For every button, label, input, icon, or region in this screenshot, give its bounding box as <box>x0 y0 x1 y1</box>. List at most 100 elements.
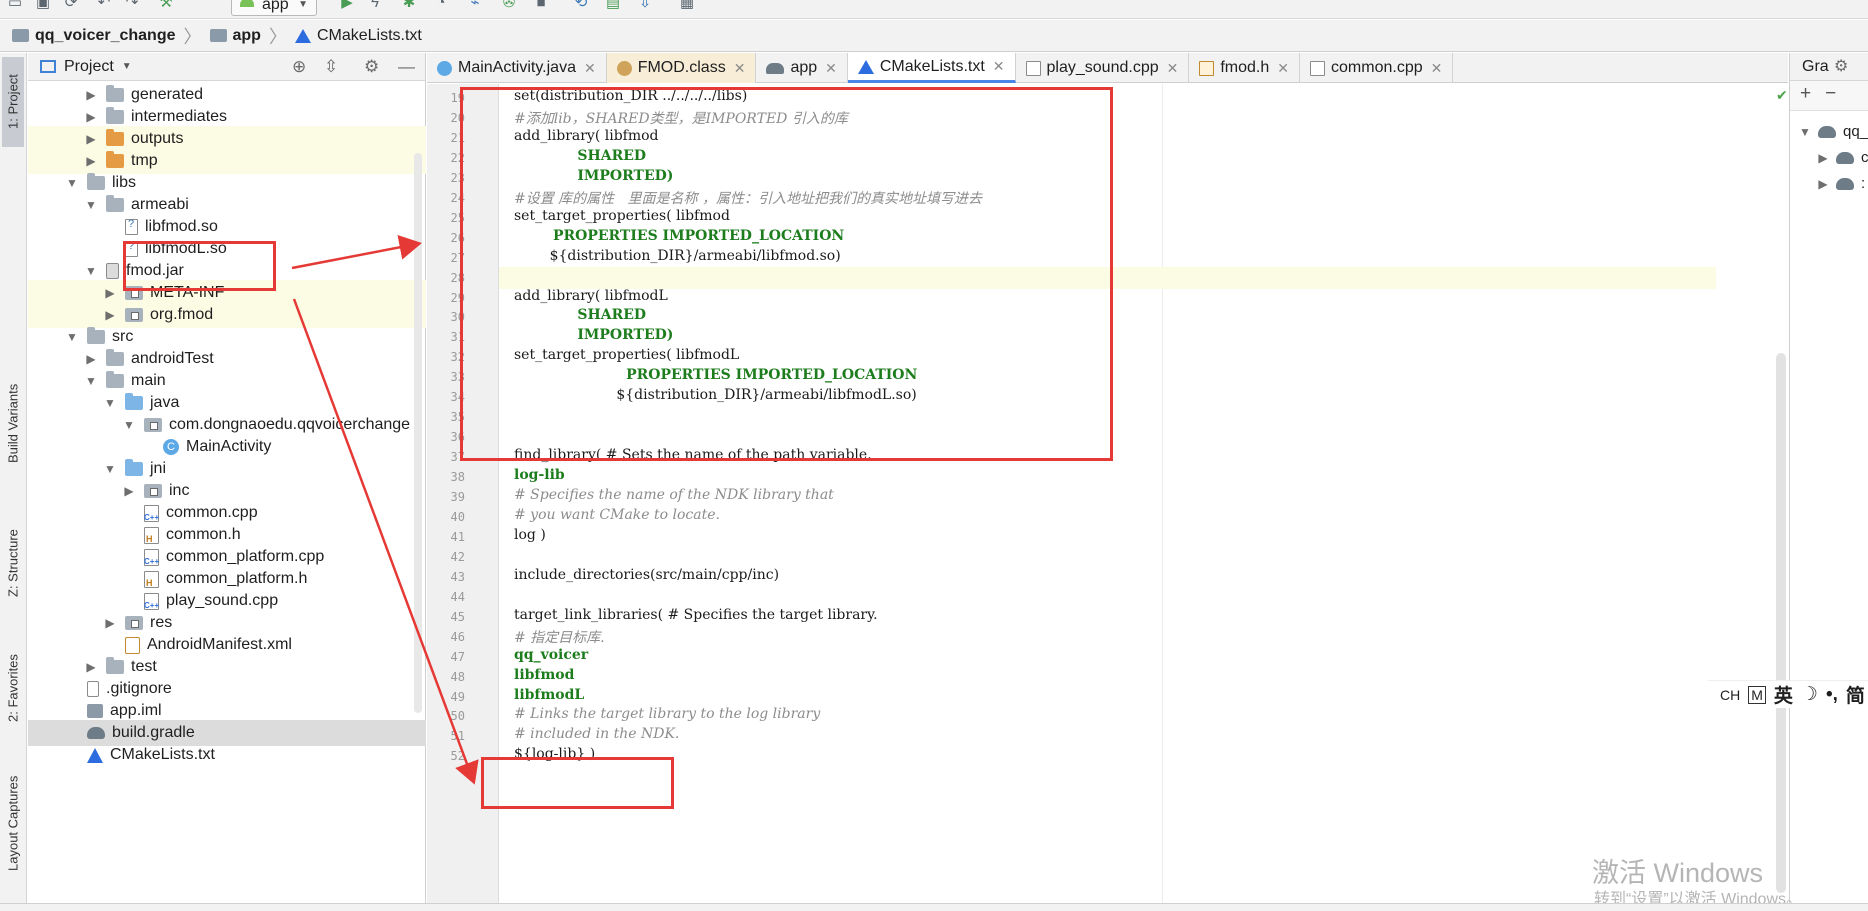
chevron-right-icon[interactable]: ▶ <box>84 110 98 124</box>
gradle-child[interactable]: ▶ : <box>1816 175 1865 192</box>
attach-debugger-icon[interactable]: ✇ <box>500 0 518 12</box>
run-icon[interactable]: ▶ <box>338 0 356 12</box>
chevron-down-icon[interactable]: ▼ <box>122 61 132 72</box>
tree-item-label: build.gradle <box>112 724 195 741</box>
tree-scrollbar[interactable] <box>414 153 422 713</box>
editor-tab[interactable]: common.cpp ✕ <box>1300 53 1454 83</box>
gradle-icon <box>1836 151 1854 164</box>
undo-icon[interactable]: ↶ <box>95 0 113 12</box>
annotation-box-import-libs <box>460 87 1113 461</box>
hide-icon[interactable]: — <box>398 57 415 77</box>
cpp-file-icon <box>1310 60 1326 76</box>
apply-changes-icon[interactable]: ϟ <box>366 0 384 12</box>
chevron-down-icon[interactable]: ▼ <box>122 418 136 432</box>
tab-structure[interactable]: Z: Structure <box>2 508 24 618</box>
chevron-right-icon[interactable]: ▶ <box>122 484 136 498</box>
chevron-down-icon[interactable]: ▼ <box>65 330 79 344</box>
chevron-right-icon[interactable]: ▶ <box>84 132 98 146</box>
close-icon[interactable]: ✕ <box>734 60 746 77</box>
close-icon[interactable]: ✕ <box>1167 60 1179 77</box>
close-icon[interactable]: ✕ <box>993 58 1005 75</box>
moon-icon[interactable]: ☽ <box>1801 683 1818 706</box>
add-icon[interactable]: + <box>1800 83 1825 104</box>
hammer-icon[interactable]: ⚒ <box>157 0 175 12</box>
tab-favorites-label: 2: Favorites <box>5 654 21 722</box>
close-icon[interactable]: ✕ <box>1277 60 1289 77</box>
editor-tab[interactable]: app ✕ <box>756 53 848 83</box>
chevron-right-icon[interactable]: ▶ <box>103 308 117 322</box>
close-icon[interactable]: ✕ <box>1431 60 1443 77</box>
editor-tab[interactable]: MainActivity.java ✕ <box>427 53 607 83</box>
editor-tab[interactable]: fmod.h ✕ <box>1189 53 1301 83</box>
chevron-down-icon[interactable]: ▼ <box>103 396 117 410</box>
chevron-down-icon[interactable]: ▼ <box>84 374 98 388</box>
chevron-right-icon[interactable]: ▶ <box>103 616 117 630</box>
punctuation-icon[interactable]: •, <box>1826 684 1838 706</box>
breadcrumb-file[interactable]: CMakeLists.txt <box>294 26 422 45</box>
line-number: 43 <box>450 569 465 584</box>
project-panel-header: Project ▼ ⊕ ⇳ ⚙ — <box>28 53 425 81</box>
project-panel-title[interactable]: Project <box>64 58 114 76</box>
save-icon[interactable]: ▣ <box>34 0 52 12</box>
stop-icon[interactable]: ■ <box>532 0 550 12</box>
breadcrumb-file-label: CMakeLists.txt <box>316 26 422 44</box>
ime-language[interactable]: 英 <box>1774 681 1793 708</box>
avd-manager-icon[interactable]: ▤ <box>604 0 622 12</box>
sync-icon[interactable]: ⟳ <box>62 0 80 12</box>
run-config-select[interactable]: app ▼ <box>231 0 317 16</box>
chevron-down-icon[interactable]: ▼ <box>84 198 98 212</box>
breadcrumb-project[interactable]: qq_voicer_change 〉 <box>12 23 202 49</box>
editor-tab[interactable]: FMOD.class ✕ <box>606 53 757 83</box>
open-folder-icon[interactable]: ▭ <box>6 0 24 12</box>
chevron-right-icon[interactable]: ▶ <box>84 88 98 102</box>
editor-tab[interactable]: play_sound.cpp ✕ <box>1016 53 1190 83</box>
close-icon[interactable]: ✕ <box>584 60 596 77</box>
chevron-down-icon[interactable]: ▼ <box>84 264 98 278</box>
editor-scrollbar[interactable] <box>1776 353 1786 893</box>
ime-ch[interactable]: CH <box>1720 687 1740 703</box>
tab-layout-captures[interactable]: Layout Captures <box>2 758 24 888</box>
cmake-icon <box>87 747 103 763</box>
tab-project[interactable]: 1: Project <box>2 57 24 147</box>
xml-file-icon <box>125 636 140 654</box>
left-tool-stripe: 1: Project Build Variants Z: Structure 2… <box>0 53 27 911</box>
close-icon[interactable]: ✕ <box>825 60 837 77</box>
chevron-right-icon[interactable]: ▶ <box>84 352 98 366</box>
chevron-right-icon[interactable]: ▶ <box>84 154 98 168</box>
gradle-panel-title: Gra <box>1802 58 1829 75</box>
sync-gradle-icon[interactable]: ⟲ <box>572 0 590 12</box>
locate-icon[interactable]: ⊕ <box>292 57 306 77</box>
ime-mode[interactable]: 简 <box>1846 681 1865 708</box>
debug-icon[interactable]: ✱ <box>400 0 418 12</box>
gear-icon[interactable]: ⚙ <box>1834 56 1848 76</box>
editor-tab[interactable]: CMakeLists.txt ✕ <box>847 53 1016 83</box>
line-number: 46 <box>450 629 465 644</box>
chevron-down-icon[interactable]: ▼ <box>65 176 79 190</box>
ime-m[interactable]: M <box>1748 685 1766 704</box>
package-icon <box>125 616 143 630</box>
sdk-manager-icon[interactable]: ⇩ <box>636 0 654 12</box>
profile-icon[interactable]: ◔ <box>432 0 450 12</box>
tab-build-variants[interactable]: Build Variants <box>2 368 24 478</box>
tree-item[interactable]: CMakeLists.txt <box>28 742 426 768</box>
redo-icon[interactable]: ↷ <box>123 0 141 12</box>
gear-icon[interactable]: ⚙ <box>364 57 379 77</box>
project-panel: Project ▼ ⊕ ⇳ ⚙ — ▶ generated ▶ intermediat… <box>28 53 426 911</box>
package-icon <box>144 418 162 432</box>
structure-icon[interactable]: ▦ <box>678 0 696 12</box>
remove-icon[interactable]: − <box>1825 83 1850 104</box>
tab-favorites[interactable]: 2: Favorites <box>2 633 24 743</box>
breadcrumb-module[interactable]: app 〉 <box>209 23 287 49</box>
chevron-right-icon[interactable]: ▶ <box>103 286 117 300</box>
attach-icon[interactable]: ⌁ <box>466 0 484 12</box>
gradle-root[interactable]: ▼ qq_ <box>1798 123 1868 140</box>
editor: MainActivity.java ✕ FMOD.class ✕ app ✕ CMakeLi… <box>427 53 1788 911</box>
chevron-down-icon[interactable]: ▼ <box>103 462 117 476</box>
breadcrumb-module-label: app <box>232 26 261 44</box>
gradle-child[interactable]: ▶ c <box>1816 149 1868 166</box>
chevron-right-icon: 〉 <box>268 26 287 47</box>
gradle-toolbar: +− <box>1790 81 1868 111</box>
chevron-right-icon[interactable]: ▶ <box>84 660 98 674</box>
collapse-all-icon[interactable]: ⇳ <box>324 57 338 77</box>
editor-tabbar: MainActivity.java ✕ FMOD.class ✕ app ✕ CMakeLi… <box>427 53 1788 83</box>
